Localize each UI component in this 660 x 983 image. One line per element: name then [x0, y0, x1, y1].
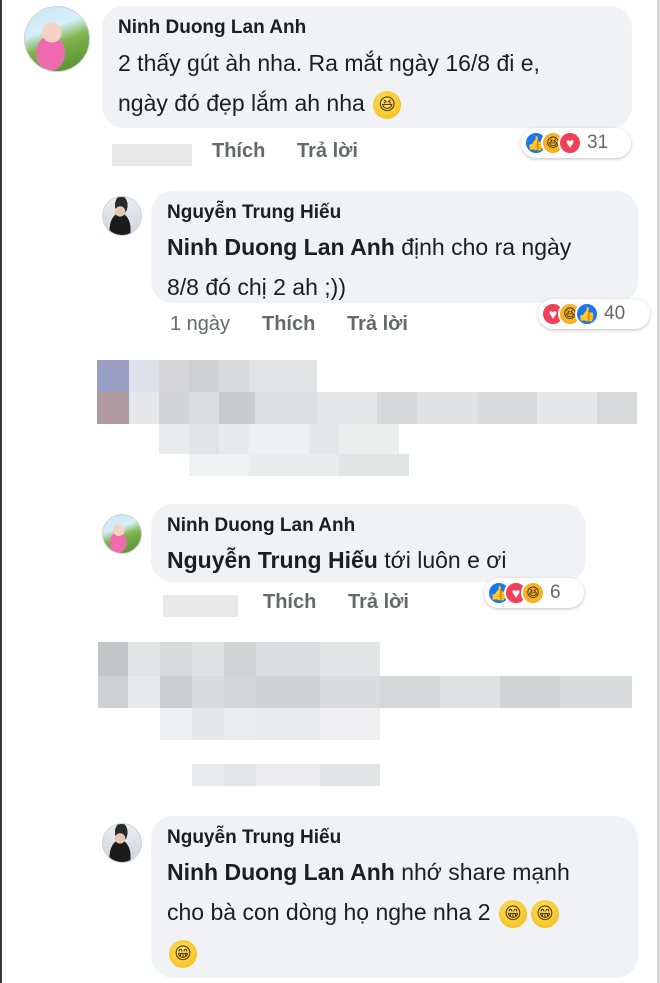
comment-author[interactable]: Ninh Duong Lan Anh [167, 514, 570, 538]
comment-text: Ninh Duong Lan Anh định cho ra ngày 8/8 … [167, 227, 622, 307]
avatar[interactable] [24, 6, 90, 72]
love-reaction-icon: ♥ [558, 131, 582, 155]
comment-author[interactable]: Ninh Duong Lan Anh [118, 16, 616, 40]
grinning-emoji-icon: 😁 [169, 939, 197, 968]
avatar[interactable] [102, 514, 142, 554]
comment-author[interactable]: Nguyễn Trung Hiếu [167, 826, 622, 850]
like-link[interactable]: Thích [212, 140, 265, 163]
like-reaction-icon: 👍 [575, 302, 599, 326]
avatar[interactable] [102, 196, 142, 236]
comment-line-text: ngày đó đẹp lắm ah nha [118, 90, 365, 116]
avatar[interactable] [102, 823, 142, 863]
mention-link[interactable]: Ninh Duong Lan Anh [167, 859, 395, 885]
comment-line: ngày đó đẹp lắm ah nha 😆 [118, 83, 616, 123]
comment-bubble: Ninh Duong Lan Anh Nguyễn Trung Hiếu tới… [151, 504, 586, 582]
mention-link[interactable]: Nguyễn Trung Hiếu [167, 547, 378, 573]
reaction-count: 31 [587, 132, 609, 153]
reaction-count: 6 [550, 582, 561, 603]
timestamp[interactable]: 1 ngày [170, 313, 230, 336]
reply-link[interactable]: Trả lời [297, 140, 358, 163]
grinning-emoji-icon: 😁 [498, 899, 527, 928]
like-link[interactable]: Thích [262, 313, 315, 336]
grinning-emoji-icon: 😁 [530, 899, 559, 928]
comment-actions: Thích Trả lời [163, 591, 463, 619]
comment-line: 2 thấy gút àh nha. Ra mắt ngày 16/8 đi e… [118, 50, 540, 76]
comment-line-text: nhớ share mạnh [394, 859, 570, 885]
reaction-summary[interactable]: 👍 😆 ♥ 31 [521, 128, 631, 158]
reaction-summary[interactable]: ♥ 😆 👍 40 [538, 299, 650, 329]
window-frame-left [0, 0, 2, 983]
mention-link[interactable]: Ninh Duong Lan Anh [167, 234, 395, 260]
comment-line: cho bà con dòng họ nghe nha 2 😁 😁 [167, 892, 622, 932]
comment-text: Ninh Duong Lan Anh nhớ share mạnh cho bà… [167, 852, 622, 972]
reply-link[interactable]: Trả lời [348, 591, 409, 614]
censored-comment [98, 642, 638, 792]
comment-actions: Thích Trả lời [112, 140, 432, 168]
comment-bubble: Nguyễn Trung Hiếu Ninh Duong Lan Anh nhớ… [151, 816, 638, 978]
comment-text: 2 thấy gút àh nha. Ra mắt ngày 16/8 đi e… [118, 43, 616, 123]
comment-line-text: tới luôn e ơi [377, 547, 507, 573]
comment-line: 😁 [167, 932, 622, 972]
timestamp-blurred [163, 595, 238, 617]
comment-bubble: Ninh Duong Lan Anh 2 thấy gút àh nha. Ra… [102, 6, 632, 128]
comment-line-text: cho bà con dòng họ nghe nha 2 [167, 899, 491, 925]
comment-bubble: Nguyễn Trung Hiếu Ninh Duong Lan Anh địn… [151, 191, 638, 303]
censored-comment [97, 360, 637, 480]
like-link[interactable]: Thích [263, 591, 316, 614]
reaction-count: 40 [604, 303, 626, 324]
comment-line-text: định cho ra ngày [394, 234, 572, 260]
reply-link[interactable]: Trả lời [347, 313, 408, 336]
comment-actions: 1 ngày Thích Trả lời [170, 313, 470, 341]
laughing-emoji-icon: 😆 [373, 90, 402, 119]
comment-line: Nguyễn Trung Hiếu tới luôn e ơi [167, 540, 570, 580]
timestamp-blurred [112, 144, 192, 166]
comment-line: Ninh Duong Lan Anh nhớ share mạnh [167, 852, 622, 892]
comment-text: Nguyễn Trung Hiếu tới luôn e ơi [167, 540, 570, 580]
reaction-summary[interactable]: 👍 ♥ 😆 6 [484, 578, 584, 608]
comment-author[interactable]: Nguyễn Trung Hiếu [167, 201, 622, 225]
comment-line: Ninh Duong Lan Anh định cho ra ngày [167, 227, 622, 267]
haha-reaction-icon: 😆 [521, 581, 545, 605]
